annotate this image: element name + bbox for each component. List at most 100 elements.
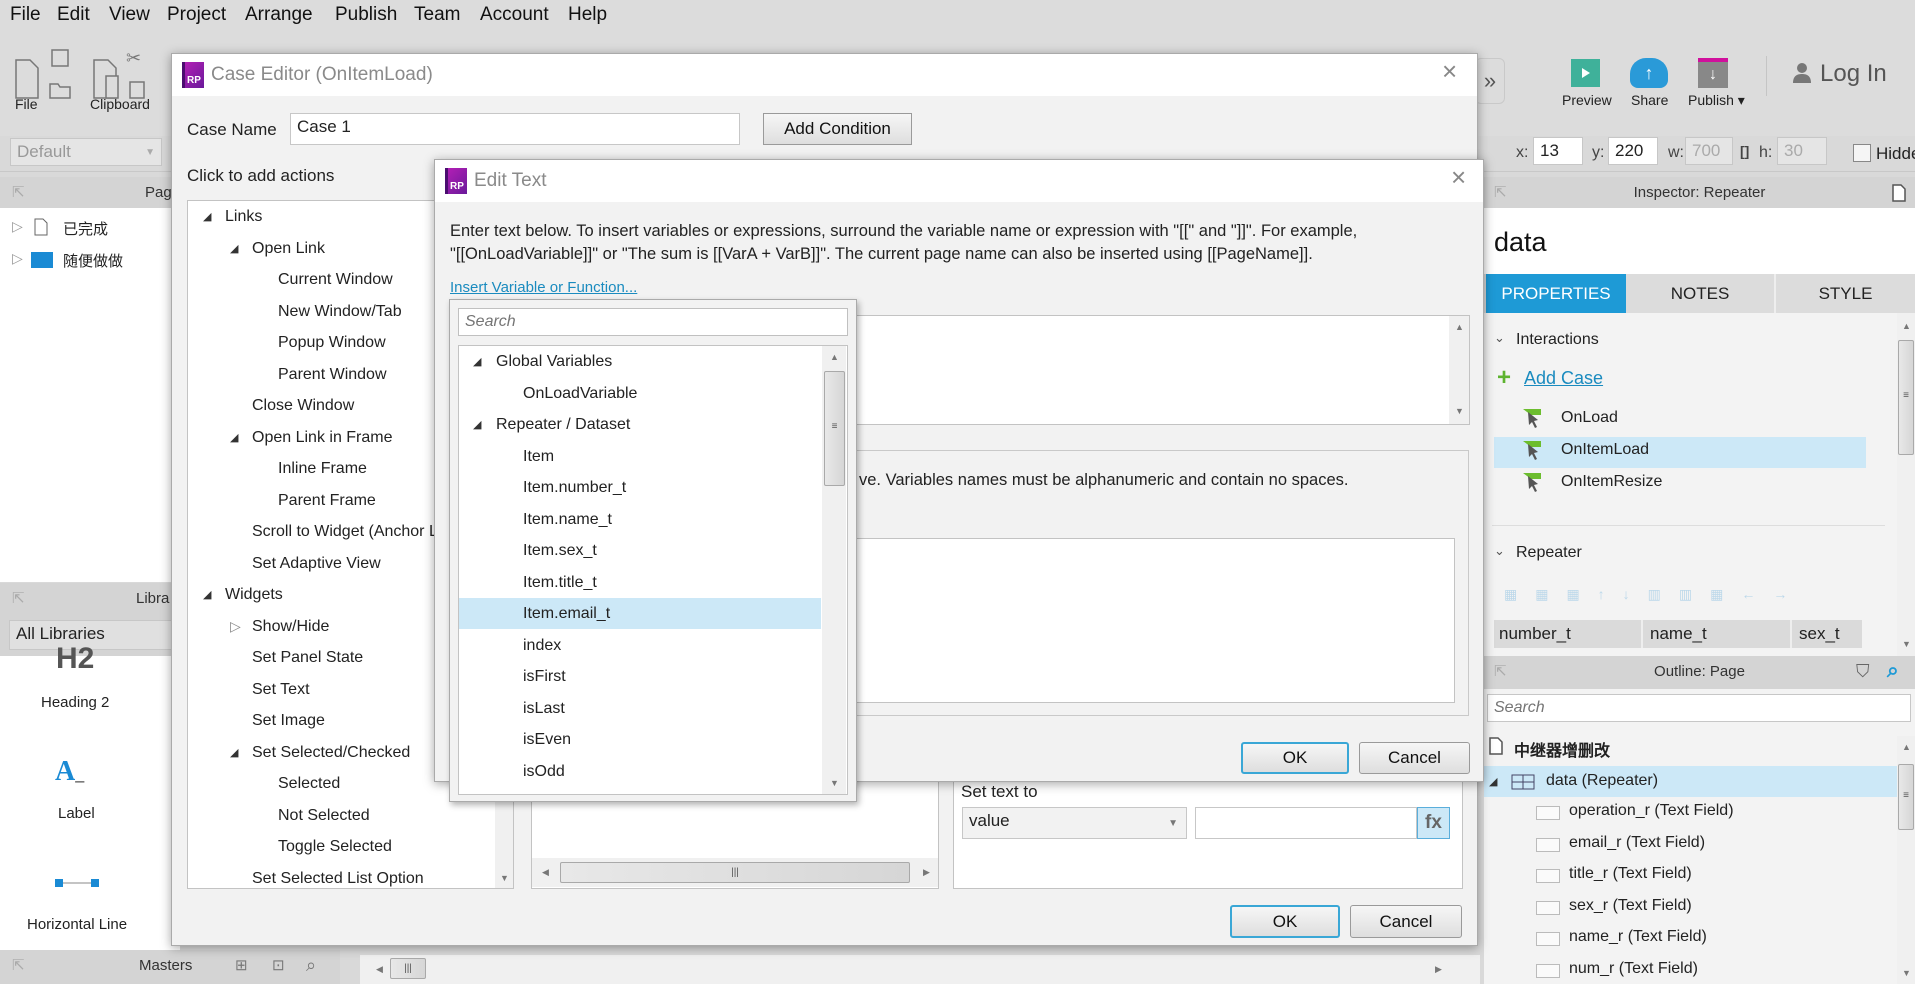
variable-item[interactable]: Item.sex_t <box>523 535 597 566</box>
expanded-arrow-icon[interactable]: ◢ <box>203 588 211 601</box>
action-item[interactable]: Set Adaptive View <box>252 548 381 579</box>
action-item[interactable]: Open Link in Frame <box>252 422 393 453</box>
action-item[interactable]: Inline Frame <box>278 453 367 484</box>
widget-name-field[interactable]: data <box>1494 227 1547 258</box>
expanded-arrow-icon[interactable]: ◢ <box>230 431 238 444</box>
action-item[interactable]: Widgets <box>225 579 283 610</box>
menu-arrange[interactable]: Arrange <box>245 4 313 26</box>
insert-variable-link[interactable]: Insert Variable or Function... <box>450 279 637 296</box>
menu-publish[interactable]: Publish <box>335 4 397 26</box>
action-item[interactable]: Not Selected <box>278 800 370 831</box>
column-header[interactable]: sex_t <box>1794 620 1862 648</box>
variable-item[interactable]: index <box>523 630 561 661</box>
menu-account[interactable]: Account <box>480 4 549 26</box>
pin-icon[interactable]: ⇱ <box>12 583 25 614</box>
case-ok-button[interactable]: OK <box>1230 905 1340 938</box>
pin-icon[interactable]: ⇱ <box>12 950 25 981</box>
outline-item[interactable]: operation_r (Text Field) <box>1569 802 1734 820</box>
event-item[interactable]: OnItemLoad <box>1561 441 1649 459</box>
outline-item[interactable]: email_r (Text Field) <box>1569 834 1705 852</box>
close-icon[interactable]: × <box>1451 162 1466 193</box>
expanded-arrow-icon[interactable]: ◢ <box>230 746 238 759</box>
variable-list-scrollbar[interactable]: ▲ ≡ ▼ <box>822 346 846 794</box>
style-select[interactable]: Default ▼ <box>10 138 162 166</box>
column-header[interactable]: number_t <box>1494 620 1643 648</box>
page-item[interactable]: 已完成 <box>63 218 108 239</box>
outline-repeater-row[interactable]: ◢ data (Repeater) <box>1484 766 1897 797</box>
collapsed-arrow-icon[interactable]: ▷ <box>230 618 241 635</box>
outline-item[interactable]: num_r (Text Field) <box>1569 960 1698 978</box>
chevron-down-icon[interactable]: ⌄ <box>1494 543 1505 559</box>
action-item[interactable]: Set Image <box>252 705 325 736</box>
case-cancel-button[interactable]: Cancel <box>1350 905 1462 938</box>
action-item[interactable]: Links <box>225 201 262 232</box>
pin-icon[interactable]: ⇱ <box>1494 656 1507 687</box>
expanded-arrow-icon[interactable]: ◢ <box>203 210 211 223</box>
share-label[interactable]: Share <box>1631 92 1668 108</box>
login-button[interactable]: Log In <box>1820 60 1887 88</box>
chevron-down-icon[interactable]: ⌄ <box>1494 330 1505 346</box>
action-item[interactable]: Popup Window <box>278 327 386 358</box>
interactions-section[interactable]: Interactions <box>1516 331 1599 349</box>
variable-item[interactable]: Item.number_t <box>523 472 626 503</box>
folder-item[interactable]: 随便做做 <box>63 250 123 271</box>
publish-icon[interactable]: ↓ <box>1698 58 1728 88</box>
outline-scrollbar[interactable]: ▲ ≡ ▼ <box>1897 736 1915 984</box>
variable-item[interactable]: isEven <box>523 724 571 755</box>
variable-item[interactable]: Item.name_t <box>523 504 612 535</box>
event-item[interactable]: OnLoad <box>1561 409 1618 427</box>
properties-scrollbar[interactable]: ▲ ≡ ▼ <box>1897 313 1915 656</box>
action-item[interactable]: Set Selected/Checked <box>252 737 410 768</box>
tab-style[interactable]: STYLE <box>1774 274 1915 313</box>
text-area-scrollbar[interactable]: ▲ ▼ <box>1449 316 1469 424</box>
variable-item[interactable]: Item <box>523 441 554 472</box>
variable-item[interactable]: OnLoadVariable <box>523 378 637 409</box>
widget-heading-2[interactable]: Heading 2 <box>41 694 109 711</box>
action-item[interactable]: Set Selected List Option <box>252 863 424 889</box>
hidden-checkbox[interactable] <box>1853 144 1871 162</box>
outline-item[interactable]: name_r (Text Field) <box>1569 928 1707 946</box>
menu-view[interactable]: View <box>109 4 150 26</box>
action-item[interactable]: Show/Hide <box>252 611 329 642</box>
expanded-arrow-icon[interactable]: ◢ <box>473 355 481 368</box>
event-item[interactable]: OnItemResize <box>1561 473 1662 491</box>
variable-item[interactable]: isFirst <box>523 661 566 692</box>
add-condition-button[interactable]: Add Condition <box>763 113 912 145</box>
outline-item[interactable]: sex_r (Text Field) <box>1569 897 1692 915</box>
case-name-input[interactable]: Case 1 <box>290 113 740 145</box>
column-header[interactable]: name_t <box>1645 620 1792 648</box>
action-item[interactable]: Set Panel State <box>252 642 363 673</box>
menu-file[interactable]: File <box>10 4 41 26</box>
set-text-value-input[interactable] <box>1195 807 1417 839</box>
y-input[interactable]: 220 <box>1608 137 1658 165</box>
variable-item[interactable]: isLast <box>523 693 565 724</box>
add-folder-icon[interactable]: ⊡ <box>272 950 285 981</box>
action-item[interactable]: Toggle Selected <box>278 831 392 862</box>
lock-ratio-icon[interactable]: [] <box>1740 143 1749 159</box>
variable-item[interactable]: Item.title_t <box>523 567 597 598</box>
expand-icon[interactable]: ▷ <box>12 218 23 235</box>
action-item[interactable]: Scroll to Widget (Anchor Li <box>252 516 441 547</box>
more-tools-button[interactable]: » <box>1475 58 1505 104</box>
menu-team[interactable]: Team <box>414 4 460 26</box>
tab-properties[interactable]: PROPERTIES <box>1486 274 1626 313</box>
organize-hscroll[interactable]: ◀ ||| ▶ <box>532 858 938 887</box>
menu-project[interactable]: Project <box>167 4 226 26</box>
x-input[interactable]: 13 <box>1533 137 1583 165</box>
action-item[interactable]: Selected <box>278 768 340 799</box>
edit-text-cancel-button[interactable]: Cancel <box>1359 742 1470 774</box>
expand-icon[interactable]: ▷ <box>12 250 23 267</box>
filter-icon[interactable]: ⛉ <box>1856 656 1870 687</box>
action-item[interactable]: Set Text <box>252 674 310 705</box>
widget-label[interactable]: Label <box>58 805 95 822</box>
tab-notes[interactable]: NOTES <box>1628 274 1772 313</box>
outline-search-input[interactable] <box>1487 694 1911 722</box>
action-item[interactable]: Close Window <box>252 390 354 421</box>
preview-label[interactable]: Preview <box>1562 92 1612 108</box>
variable-item[interactable]: Global Variables <box>496 346 612 377</box>
outline-item[interactable]: title_r (Text Field) <box>1569 865 1692 883</box>
action-item[interactable]: New Window/Tab <box>278 296 402 327</box>
preview-icon[interactable] <box>1571 59 1600 87</box>
add-case-link[interactable]: Add Case <box>1524 368 1603 389</box>
pin-icon[interactable]: ⇱ <box>12 177 25 208</box>
